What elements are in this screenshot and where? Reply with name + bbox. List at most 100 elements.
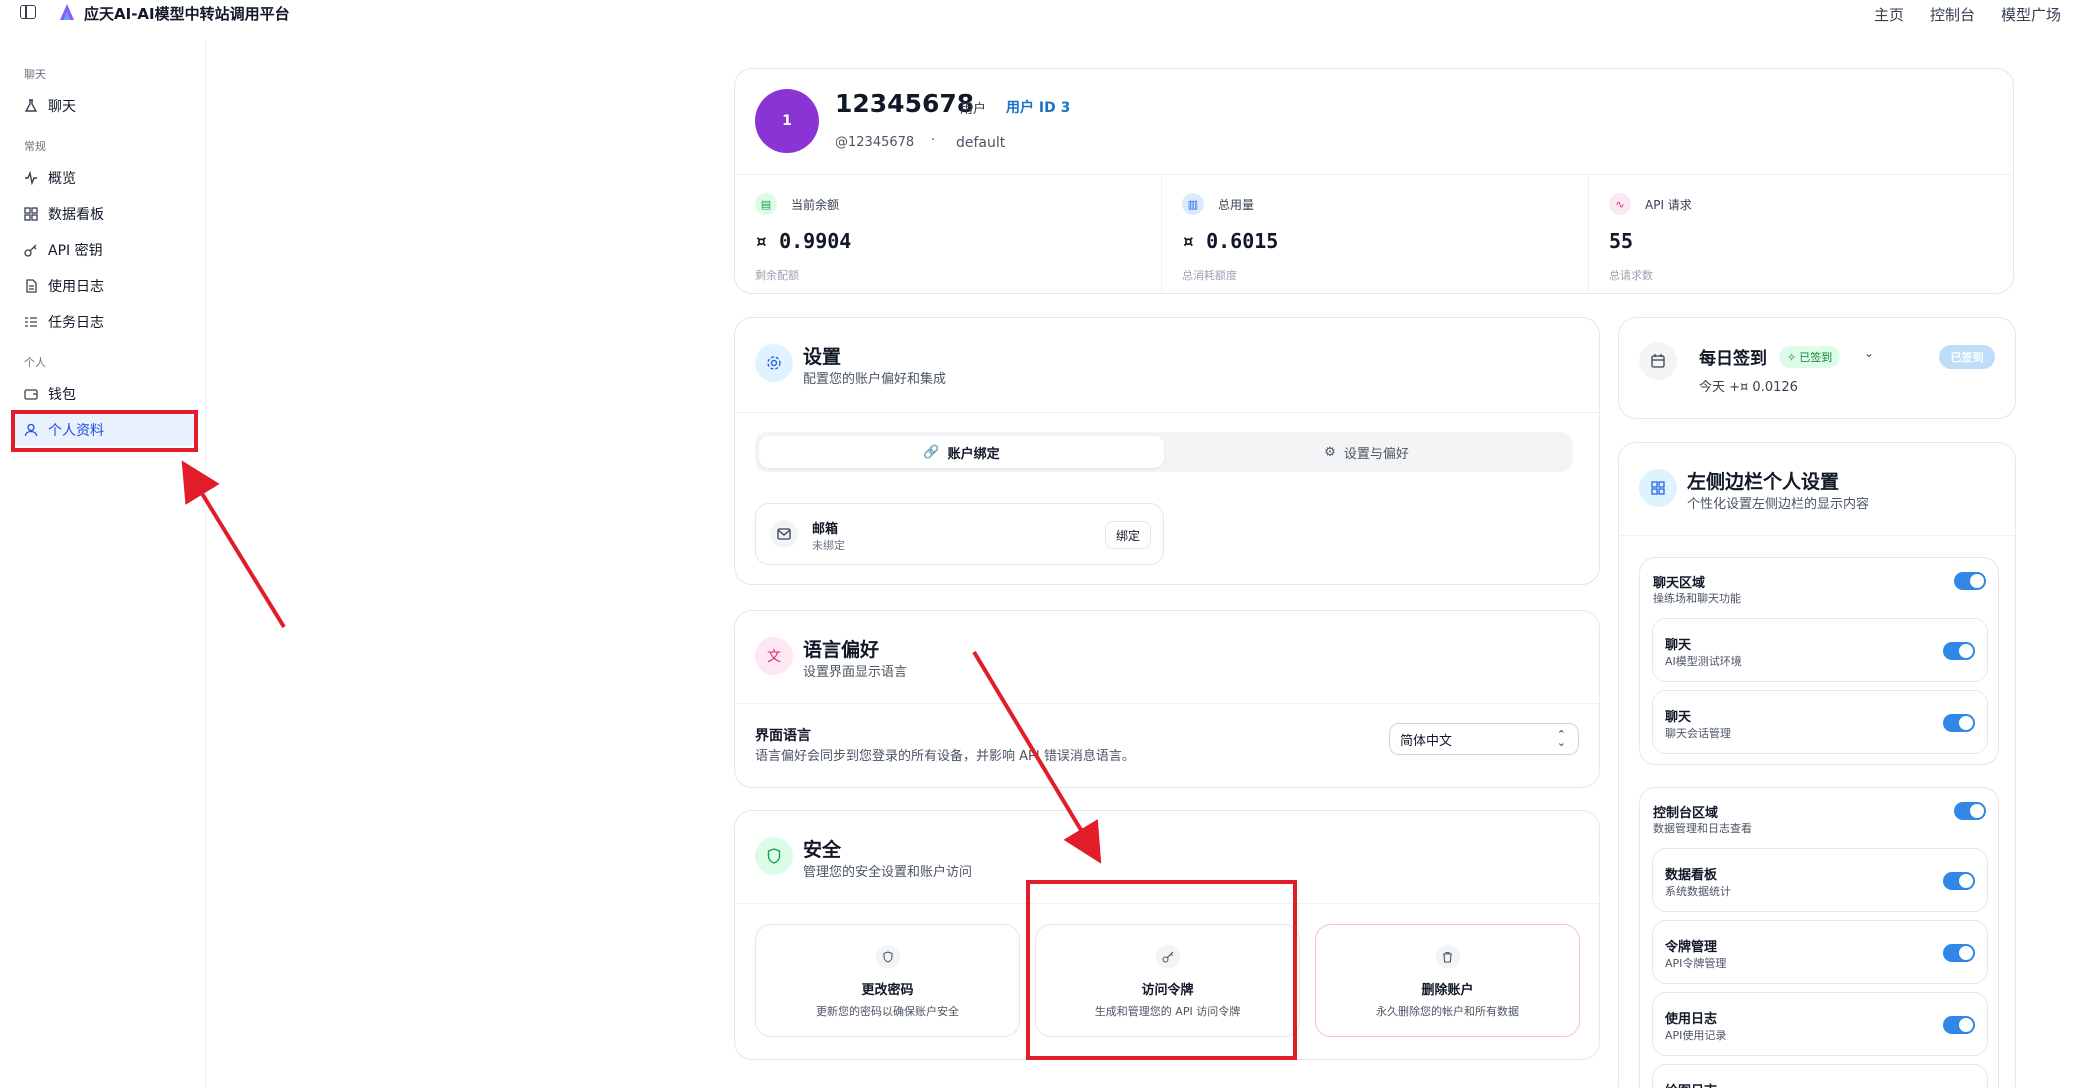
sidebar-item-wallet[interactable]: 钱包 — [14, 378, 194, 410]
stat-balance: ▤ 当前余额 ¤ 0.9904 剩余配额 — [735, 175, 1161, 291]
user-group: default — [956, 135, 1006, 151]
role-label: 用户 — [960, 102, 987, 117]
annotation-highlight-box — [11, 410, 198, 452]
list-check-icon — [24, 315, 38, 329]
console-item-row: 使用日志 API使用记录 — [1652, 992, 1988, 1056]
console-area-group: 控制台区域 数据管理和日志查看 数据看板 系统数据统计 令牌管理 API令牌管理… — [1639, 787, 1999, 1088]
divider — [1619, 535, 2015, 536]
card-title: 安全 — [803, 839, 842, 861]
checkin-today: 今天 +¤ 0.0126 — [1699, 380, 1798, 395]
profile-card: 1 12345678 用户 用户 ID 3 @12345678 · defaul… — [734, 68, 2014, 294]
language-note: 语言偏好会同步到您登录的所有设备，并影响 API 错误消息语言。 — [755, 749, 1135, 764]
badge-label: 已签到 — [1799, 351, 1833, 364]
delete-account-tile[interactable]: 删除账户 永久删除您的帐户和所有数据 — [1315, 924, 1580, 1037]
calendar-icon — [1639, 342, 1677, 380]
select-value: 简体中文 — [1400, 733, 1453, 749]
annotation-highlight-box — [1026, 880, 1297, 1060]
group-title: 聊天区域 — [1653, 576, 1706, 591]
card-title: 语言偏好 — [803, 639, 880, 661]
wallet-icon — [24, 387, 38, 401]
item-title: 数据看板 — [1665, 868, 1718, 883]
sidebar-section-label: 常规 — [24, 140, 46, 153]
separator-dot: · — [931, 133, 936, 148]
chat-playground-toggle[interactable] — [1943, 642, 1975, 660]
sidebar-section-label: 聊天 — [24, 68, 46, 81]
group-subtitle: 数据管理和日志查看 — [1653, 822, 1752, 835]
shield-icon — [875, 945, 900, 969]
stat-label: API 请求 — [1645, 198, 1692, 212]
group-subtitle: 操练场和聊天功能 — [1653, 592, 1741, 605]
status-badge: ✧ 已签到 — [1779, 346, 1841, 368]
item-title: 聊天 — [1665, 710, 1692, 725]
gear-icon — [755, 344, 793, 382]
stat-desc: 总消耗额度 — [1182, 269, 1237, 282]
sidebar-item-overview[interactable]: 概览 — [14, 162, 194, 194]
console-item-row: 令牌管理 API令牌管理 — [1652, 920, 1988, 984]
checkin-button[interactable]: 已签到 — [1939, 345, 1995, 369]
sidebar-item-api-keys[interactable]: API 密钥 — [14, 234, 194, 266]
change-password-tile[interactable]: 更改密码 更新您的密码以确保账户安全 — [755, 924, 1020, 1037]
email-binding-row: 邮箱 未绑定 绑定 — [755, 503, 1164, 565]
tab-label: 设置与偏好 — [1343, 446, 1409, 462]
app-logo-icon — [60, 4, 74, 20]
flask-icon — [24, 99, 38, 113]
chat-area-group: 聊天区域 操练场和聊天功能 聊天 AI模型测试环境 聊天 聊天会话管理 — [1639, 557, 1999, 765]
token-management-toggle[interactable] — [1943, 944, 1975, 962]
sidebar-item-chat[interactable]: 聊天 — [14, 90, 194, 122]
stat-usage: ▥ 总用量 ¤ 0.6015 总消耗额度 — [1162, 175, 1588, 291]
nav-console-link[interactable]: 控制台 — [1930, 4, 1975, 25]
nav-models-link[interactable]: 模型广场 — [2001, 4, 2061, 25]
sidebar-item-label: 数据看板 — [48, 207, 104, 223]
sidebar-item-usage-logs[interactable]: 使用日志 — [14, 270, 194, 302]
user-id-badge: 用户 ID 3 — [1006, 100, 1071, 116]
stat-requests: ∿ API 请求 55 总请求数 — [1589, 175, 2013, 291]
sidebar-item-dashboard[interactable]: 数据看板 — [14, 198, 194, 230]
dashboard-toggle[interactable] — [1943, 872, 1975, 890]
item-subtitle: 系统数据统计 — [1665, 885, 1731, 898]
language-select[interactable]: 简体中文 ⌃ ⌄ — [1389, 723, 1579, 755]
chevron-down-icon[interactable]: ⌄ — [1864, 346, 1874, 360]
sidebar-section-label: 个人 — [24, 356, 46, 369]
tab-preferences[interactable]: ⚙ 设置与偏好 — [1164, 436, 1569, 468]
sidebar: 聊天 聊天 常规 概览 数据看板 API 密钥 使用日志 任务日志 个人 钱包 … — [0, 40, 206, 1088]
sidebar-toggle-icon[interactable] — [20, 5, 36, 19]
chat-sessions-toggle[interactable] — [1943, 714, 1975, 732]
language-card: 文 语言偏好 设置界面显示语言 界面语言 语言偏好会同步到您登录的所有设备，并影… — [734, 610, 1600, 788]
tile-title: 更改密码 — [861, 983, 914, 998]
tile-subtitle: 更新您的密码以确保账户安全 — [816, 1005, 959, 1018]
bind-email-button[interactable]: 绑定 — [1105, 521, 1151, 549]
stat-value: 55 — [1609, 229, 1634, 253]
group-title: 控制台区域 — [1653, 806, 1719, 821]
card-title: 左侧边栏个人设置 — [1687, 471, 1840, 493]
item-title: 令牌管理 — [1665, 940, 1718, 955]
card-subtitle: 配置您的账户偏好和集成 — [803, 372, 947, 387]
divider — [735, 703, 1599, 704]
sidebar-item-label: 使用日志 — [48, 279, 104, 295]
activity-icon — [24, 171, 38, 185]
layout-grid-icon — [1639, 469, 1677, 507]
translate-icon: 文 — [755, 637, 793, 675]
top-bar: 应天AI-AI模型中转站调用平台 主页 控制台 模型广场 — [0, 0, 2075, 30]
activity-icon: ∿ — [1609, 193, 1631, 215]
dashboard-icon — [24, 207, 38, 221]
link-icon: 🔗 — [923, 444, 940, 460]
console-area-toggle[interactable] — [1954, 802, 1986, 820]
bar-chart-icon: ▥ — [1182, 193, 1204, 215]
sidebar-settings-card: 左侧边栏个人设置 个性化设置左侧边栏的显示内容 聊天区域 操练场和聊天功能 聊天… — [1618, 442, 2016, 1088]
file-text-icon — [24, 279, 38, 293]
sidebar-item-label: 钱包 — [48, 387, 76, 403]
chat-area-toggle[interactable] — [1954, 572, 1986, 590]
tab-account-binding[interactable]: 🔗 账户绑定 — [759, 436, 1164, 468]
email-title: 邮箱 — [812, 522, 839, 537]
mail-icon — [770, 520, 798, 548]
nav-home-link[interactable]: 主页 — [1874, 4, 1904, 25]
sidebar-item-label: 概览 — [48, 171, 76, 187]
settings-card: 设置 配置您的账户偏好和集成 🔗 账户绑定 ⚙ 设置与偏好 邮箱 未绑定 绑定 — [734, 317, 1600, 585]
stat-value: ¤ 0.6015 — [1182, 229, 1279, 253]
username: 12345678 — [835, 89, 975, 118]
sidebar-item-label: 聊天 — [48, 99, 76, 115]
gear-icon: ⚙ — [1324, 444, 1336, 460]
usage-logs-toggle[interactable] — [1943, 1016, 1975, 1034]
sidebar-item-task-logs[interactable]: 任务日志 — [14, 306, 194, 338]
app-title: 应天AI-AI模型中转站调用平台 — [84, 5, 290, 23]
